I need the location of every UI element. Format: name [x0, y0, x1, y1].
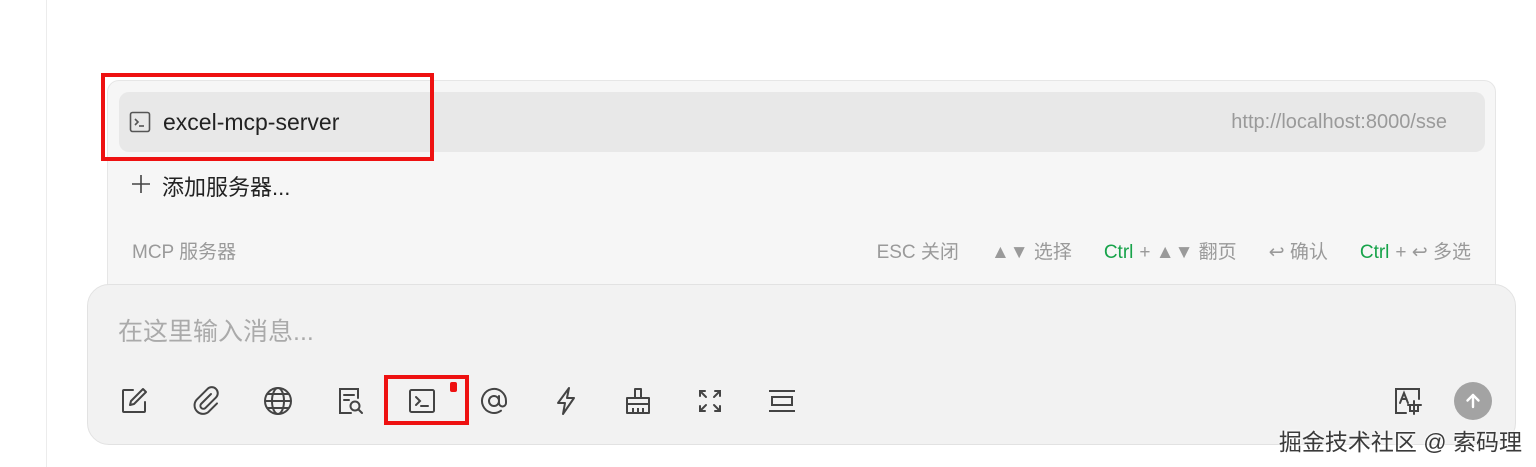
- plus-icon: [132, 175, 150, 193]
- chat-input-box[interactable]: 在这里输入消息...: [87, 284, 1516, 445]
- keyboard-hints: ESC 关闭 ▲▼ 选择 Ctrl + ▲▼ 翻页 ↩ 确认 Ctrl + ↩ 多选: [877, 237, 1471, 264]
- left-divider: [46, 0, 47, 467]
- hint-ctrl-key: Ctrl: [1359, 242, 1390, 263]
- popup-title: MCP 服务器: [132, 242, 237, 263]
- hint-page-text: + ▲▼ 翻页: [1139, 242, 1237, 263]
- annotation-box-server: [101, 73, 434, 161]
- send-button[interactable]: [1454, 382, 1492, 420]
- message-input-placeholder[interactable]: 在这里输入消息...: [118, 312, 314, 348]
- hint-esc-close: ESC 关闭: [876, 242, 959, 263]
- hint-multi: Ctrl + ↩ 多选: [1360, 237, 1471, 264]
- watermark: 掘金技术社区 @ 索码理: [1278, 429, 1522, 455]
- hint-ctrl-key: Ctrl: [1103, 242, 1134, 263]
- document-search-icon[interactable]: [332, 383, 368, 419]
- hint-select: ▲▼ 选择: [990, 242, 1072, 263]
- send-arrow-icon: [1466, 393, 1480, 409]
- paperclip-icon[interactable]: [188, 383, 224, 419]
- globe-icon[interactable]: [260, 383, 296, 419]
- broom-icon[interactable]: [620, 383, 656, 419]
- wrap-icon[interactable]: [764, 383, 800, 419]
- annotation-marker: [450, 382, 457, 392]
- edit-icon[interactable]: [116, 383, 152, 419]
- add-server-label: 添加服务器...: [162, 175, 291, 200]
- expand-icon[interactable]: [692, 383, 728, 419]
- server-url: http://localhost:8000/sse: [1231, 111, 1447, 133]
- popup-footer: MCP 服务器 ESC 关闭 ▲▼ 选择 Ctrl + ▲▼ 翻页 ↩ 确认 Ct…: [132, 237, 1471, 267]
- at-icon[interactable]: [476, 383, 512, 419]
- hint-multi-text: + ↩ 多选: [1395, 242, 1471, 263]
- image-translate-icon[interactable]: [1390, 383, 1426, 419]
- lightning-icon[interactable]: [548, 383, 584, 419]
- hint-page: Ctrl + ▲▼ 翻页: [1104, 237, 1237, 264]
- hint-confirm: ↩ 确认: [1268, 242, 1328, 263]
